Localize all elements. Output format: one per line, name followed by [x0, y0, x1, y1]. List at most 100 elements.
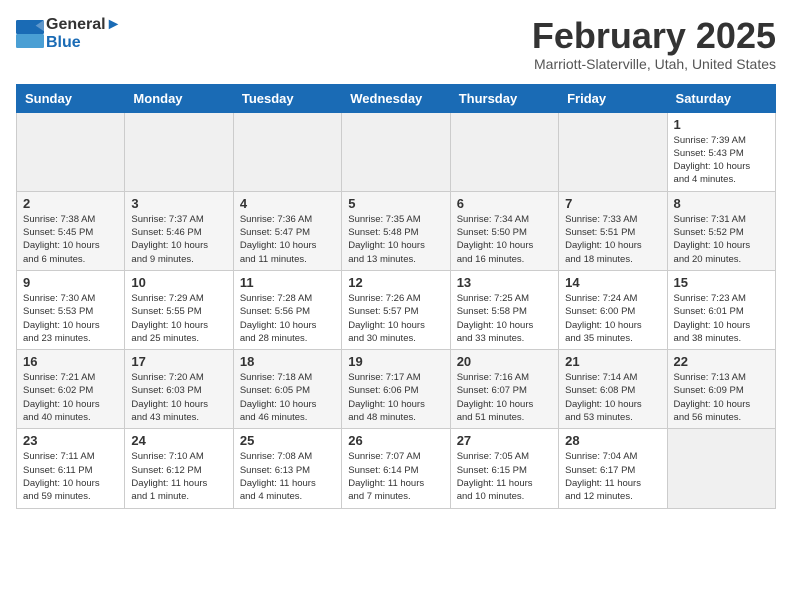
month-title: February 2025 — [532, 16, 776, 56]
table-row: 17 Sunrise: 7:20 AM Sunset: 6:03 PM Dayli… — [125, 350, 233, 429]
day-number: 18 — [240, 354, 335, 369]
day-info: Sunrise: 7:08 AM Sunset: 6:13 PM Dayligh… — [240, 450, 335, 503]
day-number: 17 — [131, 354, 226, 369]
day-number: 21 — [565, 354, 660, 369]
day-info: Sunrise: 7:33 AM Sunset: 5:51 PM Dayligh… — [565, 213, 660, 266]
table-row — [125, 112, 233, 191]
table-row: 15 Sunrise: 7:23 AM Sunset: 6:01 PM Dayli… — [667, 270, 775, 349]
day-number: 16 — [23, 354, 118, 369]
calendar-week-row: 16 Sunrise: 7:21 AM Sunset: 6:02 PM Dayli… — [17, 350, 776, 429]
day-info: Sunrise: 7:20 AM Sunset: 6:03 PM Dayligh… — [131, 371, 226, 424]
logo-icon — [16, 20, 44, 48]
table-row: 3 Sunrise: 7:37 AM Sunset: 5:46 PM Daylig… — [125, 191, 233, 270]
day-info: Sunrise: 7:37 AM Sunset: 5:46 PM Dayligh… — [131, 213, 226, 266]
table-row — [559, 112, 667, 191]
title-block: February 2025 Marriott-Slaterville, Utah… — [532, 16, 776, 72]
calendar-week-row: 23 Sunrise: 7:11 AM Sunset: 6:11 PM Dayli… — [17, 429, 776, 508]
day-info: Sunrise: 7:39 AM Sunset: 5:43 PM Dayligh… — [674, 134, 769, 187]
day-info: Sunrise: 7:05 AM Sunset: 6:15 PM Dayligh… — [457, 450, 552, 503]
day-info: Sunrise: 7:35 AM Sunset: 5:48 PM Dayligh… — [348, 213, 443, 266]
day-info: Sunrise: 7:31 AM Sunset: 5:52 PM Dayligh… — [674, 213, 769, 266]
table-row: 9 Sunrise: 7:30 AM Sunset: 5:53 PM Daylig… — [17, 270, 125, 349]
col-wednesday: Wednesday — [342, 84, 450, 112]
day-number: 25 — [240, 433, 335, 448]
day-info: Sunrise: 7:25 AM Sunset: 5:58 PM Dayligh… — [457, 292, 552, 345]
day-number: 9 — [23, 275, 118, 290]
calendar-week-row: 9 Sunrise: 7:30 AM Sunset: 5:53 PM Daylig… — [17, 270, 776, 349]
col-saturday: Saturday — [667, 84, 775, 112]
table-row: 27Sunrise: 7:05 AM Sunset: 6:15 PM Dayli… — [450, 429, 558, 508]
day-info: Sunrise: 7:21 AM Sunset: 6:02 PM Dayligh… — [23, 371, 118, 424]
day-info: Sunrise: 7:30 AM Sunset: 5:53 PM Dayligh… — [23, 292, 118, 345]
table-row: 20 Sunrise: 7:16 AM Sunset: 6:07 PM Dayli… — [450, 350, 558, 429]
table-row: 23 Sunrise: 7:11 AM Sunset: 6:11 PM Dayli… — [17, 429, 125, 508]
table-row: 6 Sunrise: 7:34 AM Sunset: 5:50 PM Daylig… — [450, 191, 558, 270]
col-friday: Friday — [559, 84, 667, 112]
table-row — [667, 429, 775, 508]
day-number: 15 — [674, 275, 769, 290]
day-info: Sunrise: 7:14 AM Sunset: 6:08 PM Dayligh… — [565, 371, 660, 424]
table-row: 22 Sunrise: 7:13 AM Sunset: 6:09 PM Dayli… — [667, 350, 775, 429]
table-row: 28Sunrise: 7:04 AM Sunset: 6:17 PM Dayli… — [559, 429, 667, 508]
calendar-week-row: 2 Sunrise: 7:38 AM Sunset: 5:45 PM Daylig… — [17, 191, 776, 270]
day-info: Sunrise: 7:36 AM Sunset: 5:47 PM Dayligh… — [240, 213, 335, 266]
table-row: 24Sunrise: 7:10 AM Sunset: 6:12 PM Dayli… — [125, 429, 233, 508]
col-monday: Monday — [125, 84, 233, 112]
col-thursday: Thursday — [450, 84, 558, 112]
table-row: 8 Sunrise: 7:31 AM Sunset: 5:52 PM Daylig… — [667, 191, 775, 270]
day-number: 2 — [23, 196, 118, 211]
day-number: 12 — [348, 275, 443, 290]
day-number: 8 — [674, 196, 769, 211]
table-row: 25 Sunrise: 7:08 AM Sunset: 6:13 PM Dayli… — [233, 429, 341, 508]
day-info: Sunrise: 7:34 AM Sunset: 5:50 PM Dayligh… — [457, 213, 552, 266]
table-row: 13 Sunrise: 7:25 AM Sunset: 5:58 PM Dayli… — [450, 270, 558, 349]
day-number: 6 — [457, 196, 552, 211]
table-row — [17, 112, 125, 191]
day-info: Sunrise: 7:24 AM Sunset: 6:00 PM Dayligh… — [565, 292, 660, 345]
day-info: Sunrise: 7:26 AM Sunset: 5:57 PM Dayligh… — [348, 292, 443, 345]
calendar-header-row: Sunday Monday Tuesday Wednesday Thursday… — [17, 84, 776, 112]
table-row: 16 Sunrise: 7:21 AM Sunset: 6:02 PM Dayli… — [17, 350, 125, 429]
page-header: General►Blue February 2025 Marriott-Slat… — [16, 16, 776, 72]
logo: General►Blue — [16, 16, 121, 51]
table-row — [342, 112, 450, 191]
col-tuesday: Tuesday — [233, 84, 341, 112]
day-number: 5 — [348, 196, 443, 211]
day-number: 19 — [348, 354, 443, 369]
col-sunday: Sunday — [17, 84, 125, 112]
table-row: 14 Sunrise: 7:24 AM Sunset: 6:00 PM Dayli… — [559, 270, 667, 349]
day-info: Sunrise: 7:23 AM Sunset: 6:01 PM Dayligh… — [674, 292, 769, 345]
day-info: Sunrise: 7:38 AM Sunset: 5:45 PM Dayligh… — [23, 213, 118, 266]
day-number: 7 — [565, 196, 660, 211]
table-row — [450, 112, 558, 191]
table-row: 5 Sunrise: 7:35 AM Sunset: 5:48 PM Daylig… — [342, 191, 450, 270]
day-number: 4 — [240, 196, 335, 211]
day-number: 26 — [348, 433, 443, 448]
day-number: 11 — [240, 275, 335, 290]
day-info: Sunrise: 7:29 AM Sunset: 5:55 PM Dayligh… — [131, 292, 226, 345]
table-row: 21 Sunrise: 7:14 AM Sunset: 6:08 PM Dayli… — [559, 350, 667, 429]
day-number: 1 — [674, 117, 769, 132]
table-row: 19Sunrise: 7:17 AM Sunset: 6:06 PM Dayli… — [342, 350, 450, 429]
calendar-table: Sunday Monday Tuesday Wednesday Thursday… — [16, 84, 776, 509]
table-row: 4 Sunrise: 7:36 AM Sunset: 5:47 PM Daylig… — [233, 191, 341, 270]
table-row: 26 Sunrise: 7:07 AM Sunset: 6:14 PM Dayli… — [342, 429, 450, 508]
table-row: 18Sunrise: 7:18 AM Sunset: 6:05 PM Dayli… — [233, 350, 341, 429]
day-info: Sunrise: 7:16 AM Sunset: 6:07 PM Dayligh… — [457, 371, 552, 424]
table-row: 7 Sunrise: 7:33 AM Sunset: 5:51 PM Daylig… — [559, 191, 667, 270]
day-number: 23 — [23, 433, 118, 448]
day-number: 3 — [131, 196, 226, 211]
day-number: 22 — [674, 354, 769, 369]
day-number: 13 — [457, 275, 552, 290]
day-number: 28 — [565, 433, 660, 448]
table-row: 10Sunrise: 7:29 AM Sunset: 5:55 PM Dayli… — [125, 270, 233, 349]
day-number: 20 — [457, 354, 552, 369]
day-number: 14 — [565, 275, 660, 290]
day-info: Sunrise: 7:28 AM Sunset: 5:56 PM Dayligh… — [240, 292, 335, 345]
day-info: Sunrise: 7:07 AM Sunset: 6:14 PM Dayligh… — [348, 450, 443, 503]
day-info: Sunrise: 7:11 AM Sunset: 6:11 PM Dayligh… — [23, 450, 118, 503]
calendar-week-row: 1 Sunrise: 7:39 AM Sunset: 5:43 PM Daylig… — [17, 112, 776, 191]
table-row — [233, 112, 341, 191]
day-info: Sunrise: 7:10 AM Sunset: 6:12 PM Dayligh… — [131, 450, 226, 503]
day-info: Sunrise: 7:13 AM Sunset: 6:09 PM Dayligh… — [674, 371, 769, 424]
